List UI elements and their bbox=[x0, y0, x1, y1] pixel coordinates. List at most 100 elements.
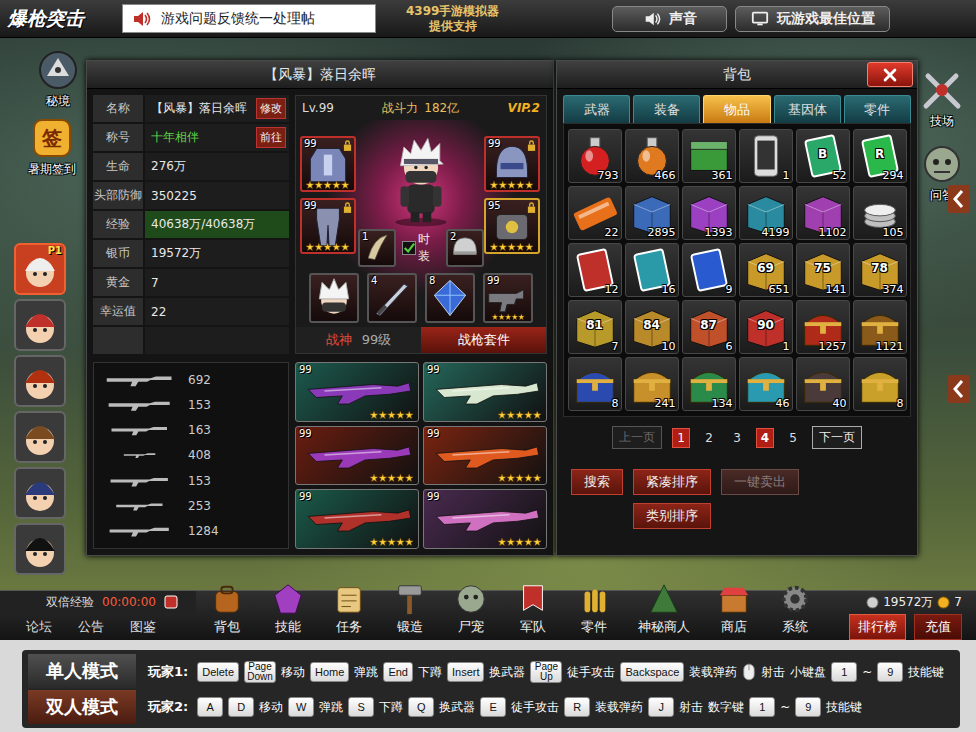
arrow-left-icon[interactable] bbox=[948, 375, 970, 403]
menu-item[interactable]: 技能 bbox=[271, 604, 305, 636]
preview-tab[interactable]: 战枪套件 bbox=[421, 327, 546, 353]
page-label[interactable]: 5 bbox=[789, 431, 797, 445]
page-number[interactable]: 3 bbox=[728, 428, 746, 448]
bag-tab[interactable]: 装备 bbox=[633, 95, 700, 123]
shortcut-label[interactable]: 暑期签到 bbox=[28, 161, 76, 178]
bag-button[interactable]: 类别排序 bbox=[633, 503, 711, 529]
menu-item[interactable]: 零件 bbox=[577, 604, 611, 636]
weapon-card[interactable]: 99 bbox=[423, 362, 547, 422]
bag-item[interactable]: 105 bbox=[853, 186, 907, 240]
scene-shortcut[interactable]: 技场 bbox=[920, 68, 964, 130]
button-label[interactable]: 玩游戏最佳位置 bbox=[777, 10, 875, 28]
menu-item-label[interactable]: 锻造 bbox=[397, 618, 423, 636]
page-label[interactable]: 4 bbox=[761, 431, 769, 445]
menu-item-label[interactable]: 任务 bbox=[336, 618, 362, 636]
bag-item[interactable]: 901 bbox=[739, 300, 793, 354]
page-number[interactable]: 4 bbox=[756, 428, 774, 448]
equipment-slot[interactable]: 99 bbox=[300, 136, 356, 192]
shortcut-label[interactable]: 技场 bbox=[930, 113, 954, 130]
menu-item-label[interactable]: 神秘商人 bbox=[638, 618, 690, 636]
next-page-button[interactable]: 下一页 bbox=[812, 426, 862, 449]
character-portrait[interactable]: P1 bbox=[14, 243, 66, 295]
recharge-button[interactable]: 充值 bbox=[914, 614, 962, 640]
character-portrait[interactable] bbox=[14, 299, 66, 351]
weapon-card[interactable]: 99 bbox=[423, 489, 547, 549]
menu-item[interactable]: 尸宠 bbox=[454, 604, 488, 636]
notice-bar[interactable]: 游戏问题反馈统一处理帖 bbox=[122, 4, 376, 33]
bag-item[interactable]: 46 bbox=[739, 357, 793, 411]
shortcut-label[interactable]: 秘境 bbox=[46, 93, 70, 110]
stat-button[interactable]: 修改 bbox=[256, 98, 286, 119]
fashion-label[interactable]: 时装 bbox=[418, 231, 440, 265]
bag-tab[interactable]: 基因体 bbox=[774, 95, 841, 123]
bag-item[interactable]: 75141 bbox=[796, 243, 850, 297]
mode-button[interactable]: 单人模式 bbox=[28, 654, 136, 688]
shortcut-icon-box[interactable]: 签 bbox=[30, 116, 74, 160]
menu-link[interactable]: 公告 bbox=[78, 618, 104, 636]
weapon-card[interactable]: 99 bbox=[295, 489, 419, 549]
equipment-slot[interactable] bbox=[309, 273, 359, 323]
bag-tab[interactable]: 零件 bbox=[844, 95, 911, 123]
best-position-button[interactable]: 玩游戏最佳位置 bbox=[735, 6, 890, 32]
page-label[interactable]: 2 bbox=[705, 431, 713, 445]
character-portrait[interactable] bbox=[14, 523, 66, 575]
menu-item[interactable]: 商店 bbox=[717, 604, 751, 636]
bag-item[interactable]: 4199 bbox=[739, 186, 793, 240]
menu-item-label[interactable]: 系统 bbox=[782, 618, 808, 636]
fashion-toggle[interactable]: 时装 bbox=[402, 231, 440, 265]
menu-item-label[interactable]: 技能 bbox=[275, 618, 301, 636]
menu-item[interactable]: 背包 bbox=[210, 604, 244, 636]
arrow-left-icon[interactable] bbox=[948, 185, 970, 213]
bag-item[interactable]: 793 bbox=[568, 129, 622, 183]
equipment-slot[interactable]: 4 bbox=[367, 273, 417, 323]
bag-item[interactable]: B52 bbox=[796, 129, 850, 183]
equipment-slot[interactable]: 8 bbox=[425, 273, 475, 323]
page-number[interactable]: 2 bbox=[700, 428, 718, 448]
menu-item-label[interactable]: 零件 bbox=[581, 618, 607, 636]
bag-item[interactable]: 8 bbox=[568, 357, 622, 411]
page-number[interactable]: 1 bbox=[672, 428, 690, 448]
equipment-slot[interactable]: 99 bbox=[300, 198, 356, 254]
bag-button[interactable]: 紧凑排序 bbox=[633, 469, 711, 495]
bag-item[interactable]: 9 bbox=[682, 243, 736, 297]
menu-item[interactable]: 军队 bbox=[516, 604, 550, 636]
bag-item[interactable]: 12 bbox=[568, 243, 622, 297]
equipment-slot[interactable]: 99 bbox=[484, 136, 540, 192]
page-number[interactable]: 5 bbox=[784, 428, 802, 448]
menu-item-label[interactable]: 尸宠 bbox=[458, 618, 484, 636]
tab-label[interactable]: 战枪套件 bbox=[458, 331, 510, 349]
equipment-slot[interactable]: 1 bbox=[358, 229, 396, 267]
notice-text[interactable]: 游戏问题反馈统一处理帖 bbox=[161, 10, 315, 28]
scene-shortcut[interactable]: 签暑期签到 bbox=[28, 116, 76, 178]
bag-item[interactable]: 8 bbox=[853, 357, 907, 411]
bag-tab[interactable]: 武器 bbox=[563, 95, 630, 123]
bag-item[interactable]: 1257 bbox=[796, 300, 850, 354]
menu-link[interactable]: 图鉴 bbox=[130, 618, 156, 636]
bag-button[interactable]: 一键卖出 bbox=[721, 469, 799, 495]
menu-item[interactable]: 神秘商人 bbox=[638, 604, 690, 636]
page-label[interactable]: 3 bbox=[733, 431, 741, 445]
menu-item[interactable]: 系统 bbox=[778, 604, 812, 636]
scene-shortcut[interactable]: 秘境 bbox=[36, 48, 80, 110]
menu-item-label[interactable]: 背包 bbox=[214, 618, 240, 636]
bag-item[interactable]: 134 bbox=[682, 357, 736, 411]
bag-item[interactable]: 78374 bbox=[853, 243, 907, 297]
weapon-card[interactable]: 99 bbox=[295, 362, 419, 422]
menu-item-label[interactable]: 商店 bbox=[721, 618, 747, 636]
character-portrait[interactable] bbox=[14, 355, 66, 407]
rank-button[interactable]: 排行榜 bbox=[849, 614, 906, 640]
tab-value[interactable]: 99级 bbox=[362, 331, 392, 349]
equipment-slot[interactable]: 2 bbox=[446, 229, 484, 267]
bag-item[interactable]: 8410 bbox=[625, 300, 679, 354]
equipment-slot[interactable]: 95 bbox=[484, 198, 540, 254]
bag-item[interactable]: 69651 bbox=[739, 243, 793, 297]
character-portrait[interactable] bbox=[14, 411, 66, 463]
bag-item[interactable]: 466 bbox=[625, 129, 679, 183]
prev-page-button[interactable]: 上一页 bbox=[612, 426, 662, 449]
bag-item[interactable]: 361 bbox=[682, 129, 736, 183]
button-label[interactable]: 声音 bbox=[669, 10, 697, 28]
bag-item[interactable]: 2895 bbox=[625, 186, 679, 240]
bag-item[interactable]: 1393 bbox=[682, 186, 736, 240]
bag-item[interactable]: 241 bbox=[625, 357, 679, 411]
bag-button[interactable]: 搜索 bbox=[571, 469, 623, 495]
